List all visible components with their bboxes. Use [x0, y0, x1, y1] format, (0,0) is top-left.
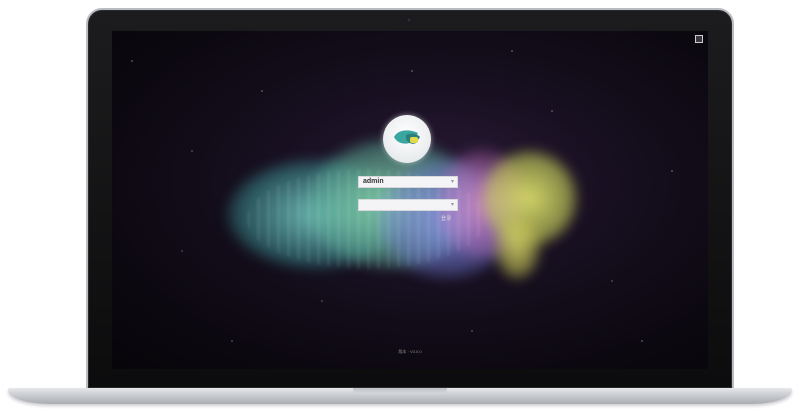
chevron-down-icon[interactable]: ▾ [451, 177, 454, 187]
camera-icon [406, 17, 412, 23]
fullscreen-icon[interactable] [695, 35, 703, 43]
login-screen: admin ▾ ▾ 登录 版本 · V3.0.0 [112, 31, 708, 369]
username-field[interactable]: admin ▾ [358, 176, 458, 188]
login-button[interactable]: 登录 [441, 215, 452, 222]
laptop-notch [353, 388, 447, 394]
username-value: admin [363, 178, 384, 185]
logo-icon [394, 130, 420, 144]
app-logo [383, 115, 431, 163]
laptop-mockup: admin ▾ ▾ 登录 版本 · V3.0.0 [0, 0, 800, 414]
brain-stem-region [495, 214, 540, 279]
version-footer: 版本 · V3.0.0 [398, 349, 422, 354]
chevron-down-icon[interactable]: ▾ [451, 200, 454, 210]
password-field[interactable]: ▾ [358, 199, 458, 211]
